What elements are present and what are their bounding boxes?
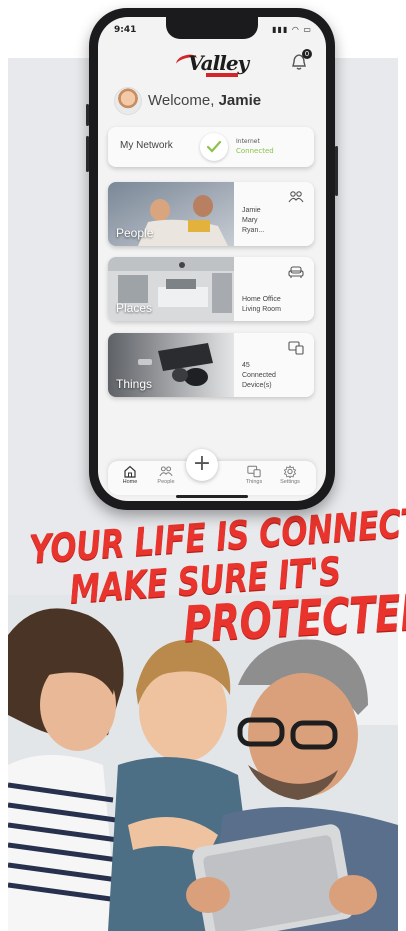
phone-side-button [86,104,89,126]
tile-things[interactable]: Things 45 Connected Device(s) [108,333,314,397]
tile-info: Jamie Mary Ryan... [242,206,264,236]
tile-info-line: Connected [242,372,276,379]
tab-label: Home [122,479,138,485]
slogan: YOUR LIFE IS CONNECTED, MAKE SURE IT'S P… [0,497,406,654]
tab-home[interactable]: Home [112,465,148,485]
phone-side-button [86,136,89,172]
tile-name: People [116,226,154,240]
valley-logo: Valley [174,49,250,77]
phone-mockup: 9:41 ▮▮▮ ◠ ▭ Valley 0 Welcome, Jamie My … [86,8,338,510]
app-screen: 9:41 ▮▮▮ ◠ ▭ Valley 0 Welcome, Jamie My … [98,17,326,501]
tile-info-line: Ryan... [242,227,265,234]
tile-places[interactable]: Places Home Office Living Room [108,257,314,321]
tab-label: Things [245,479,263,485]
network-status-value: Connected [236,147,274,155]
people-icon [159,466,173,477]
tab-things[interactable]: Things [236,465,272,485]
tab-label: Settings [280,479,300,485]
add-button[interactable]: + [186,449,218,481]
tab-label: People [157,479,175,485]
tile-name: Places [116,301,153,315]
my-network-card[interactable]: My Network Internet Connected [108,127,314,167]
home-indicator [176,495,248,498]
welcome-row: Welcome, Jamie [114,87,314,115]
user-name: Jamie [218,92,262,109]
tab-people[interactable]: People [148,465,184,485]
logo-tagline-bar [206,73,238,77]
tile-people[interactable]: People Jamie Mary Ryan... [108,182,314,246]
logo-text: Valley [188,51,249,75]
couch-icon [288,266,304,278]
home-icon [124,465,136,478]
avatar[interactable] [114,87,142,115]
tile-info-line: Device(s) [242,382,272,389]
welcome-text: Welcome, Jamie [148,92,261,109]
people-icon [288,191,304,203]
status-icons: ▮▮▮ ◠ ▭ [272,25,312,34]
tile-info-line: 45 [242,362,250,369]
tile-info: 45 Connected Device(s) [242,361,276,391]
check-icon [200,133,228,161]
slogan-line-3: PROTECTED [182,583,406,654]
devices-icon [288,341,304,355]
gear-icon [283,465,297,478]
network-label: My Network [120,140,173,151]
phone-side-button [335,146,338,196]
tab-settings[interactable]: Settings [272,465,308,485]
tile-name: Things [116,377,153,391]
welcome-prefix: Welcome, [148,92,215,109]
notification-badge: 0 [302,49,312,59]
tile-info: Home Office Living Room [242,295,281,315]
tile-info-line: Mary [242,217,258,224]
tile-info-line: Home Office [242,296,281,303]
tile-info-line: Living Room [242,306,281,313]
status-time: 9:41 [114,25,137,35]
network-status-title: Internet [236,138,260,145]
tile-info-line: Jamie [242,207,261,214]
status-bar: 9:41 ▮▮▮ ◠ ▭ [98,17,326,41]
devices-icon [247,465,261,478]
